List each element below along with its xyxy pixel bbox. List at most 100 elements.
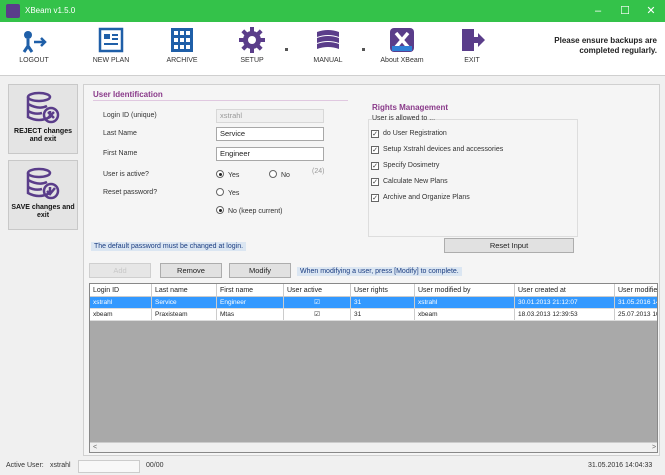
radio-label: Yes [228, 190, 240, 197]
right-setup-devices-checkbox[interactable]: ✓ Setup Xstrahl devices and accessories [371, 146, 503, 154]
save-changes-button[interactable]: SAVE changes and exit [8, 160, 78, 230]
active-user-label: Active User: [6, 462, 44, 469]
app-icon [6, 4, 20, 18]
exit-icon [462, 29, 485, 51]
separator-dot [285, 48, 288, 51]
reset-input-button[interactable]: Reset Input [444, 238, 574, 253]
window-title: XBeam v1.5.0 [25, 6, 76, 15]
scroll-right-icon[interactable]: > [649, 443, 657, 452]
exit-button[interactable]: EXIT [444, 26, 500, 74]
column-header[interactable]: User rights [351, 284, 415, 296]
manual-label: MANUAL [313, 57, 343, 64]
logout-icon [22, 31, 47, 53]
default-password-note: The default password must be changed at … [91, 242, 247, 251]
checkbox-label: Calculate New Plans [383, 178, 448, 185]
new-plan-label: NEW PLAN [92, 57, 130, 64]
table-cell: Service [152, 297, 217, 308]
table-cell: xstrahl [415, 297, 515, 308]
modify-user-button[interactable]: Modify [229, 263, 291, 278]
column-header[interactable]: Last name [152, 284, 217, 296]
user-active-no-radio[interactable]: No [269, 170, 290, 179]
separator-dot [362, 48, 365, 51]
add-user-button[interactable]: Add [89, 263, 151, 278]
maximize-button[interactable]: ☐ [612, 3, 638, 19]
minimize-button[interactable]: – [585, 3, 611, 19]
logout-button[interactable]: LOGOUT [6, 26, 62, 74]
section-divider [93, 100, 348, 101]
radio-dot [269, 170, 277, 178]
database-reject-icon [26, 91, 60, 124]
checkbox-box: ✓ [371, 146, 379, 154]
right-archive-plans-checkbox[interactable]: ✓ Archive and Organize Plans [371, 194, 470, 202]
rights-subtitle: User is allowed to ... [372, 115, 436, 122]
radio-label: Yes [228, 172, 240, 179]
last-name-field[interactable]: Service [216, 127, 324, 141]
right-calculate-plans-checkbox[interactable]: ✓ Calculate New Plans [371, 178, 448, 186]
checkbox-label: Setup Xstrahl devices and accessories [383, 146, 504, 153]
radio-dot [216, 170, 224, 178]
user-active-yes-radio[interactable]: Yes [216, 170, 239, 179]
right-dosimetry-checkbox[interactable]: ✓ Specify Dosimetry [371, 162, 439, 170]
archive-button[interactable]: ARCHIVE [154, 26, 210, 74]
toolbar: LOGOUT NEW PLAN ARCHIVE SETUP MANUAL Abo… [0, 22, 665, 76]
horizontal-scrollbar[interactable]: < > [90, 442, 657, 452]
archive-label: ARCHIVE [166, 57, 198, 64]
logout-label: LOGOUT [19, 57, 49, 64]
column-header[interactable]: Login ID [90, 284, 152, 296]
about-label: About XBeam [380, 57, 424, 64]
save-changes-label: SAVE changes and exit [11, 204, 75, 219]
first-name-field[interactable]: Engineer [216, 147, 324, 161]
checkbox-box: ✓ [371, 162, 379, 170]
radio-label: No [281, 172, 290, 179]
login-id-field: xstrahl [216, 109, 324, 123]
archive-icon [171, 28, 193, 52]
backup-notice: Please ensure backups are completed regu… [554, 36, 657, 55]
user-active-label: User is active? [103, 171, 149, 178]
remove-user-button[interactable]: Remove [160, 263, 222, 278]
table-cell: xstrahl [90, 297, 152, 308]
table-header: Login ID Last name First name User activ… [90, 284, 657, 297]
radio-dot [216, 188, 224, 196]
xbeam-logo-icon [390, 28, 414, 52]
checkbox-label: Specify Dosimetry [383, 162, 440, 169]
table-cell: Engineer [217, 297, 284, 308]
title-bar: XBeam v1.5.0 – ☐ ✕ [0, 0, 665, 22]
table-cell: xbeam [90, 309, 152, 320]
table-cell-checkbox[interactable]: ☑ [284, 309, 351, 320]
reset-password-yes-radio[interactable]: Yes [216, 188, 239, 197]
user-editor-panel: User Identification Login ID (unique) xs… [83, 84, 660, 456]
close-button[interactable]: ✕ [638, 3, 664, 19]
checkbox-box: ✓ [371, 178, 379, 186]
about-button[interactable]: About XBeam [374, 26, 430, 74]
column-header[interactable]: First name [217, 284, 284, 296]
status-code: 00/00 [146, 462, 164, 469]
table-cell: 31 [351, 297, 415, 308]
setup-button[interactable]: SETUP [224, 26, 280, 74]
column-header[interactable]: User modified [615, 284, 657, 296]
exit-label: EXIT [464, 57, 480, 64]
database-save-icon [26, 167, 60, 200]
checkbox-label: Archive and Organize Plans [383, 194, 470, 201]
reset-password-no-radio[interactable]: No (keep current) [216, 206, 282, 215]
manual-button[interactable]: MANUAL [300, 26, 356, 74]
last-name-label: Last Name [103, 130, 137, 137]
table-row[interactable]: xbeam Praxisteam Mtas ☑ 31 xbeam 18.03.2… [90, 309, 657, 321]
table-cell: Mtas [217, 309, 284, 320]
status-field [78, 460, 140, 473]
table-cell: 25.07.2013 10 [615, 309, 657, 320]
table-cell: Praxisteam [152, 309, 217, 320]
table-cell: 31 [351, 309, 415, 320]
column-header[interactable]: User active [284, 284, 351, 296]
checkbox-box: ✓ [371, 130, 379, 138]
manual-icon [317, 30, 339, 49]
scroll-left-icon[interactable]: < [90, 443, 100, 452]
table-cell-checkbox[interactable]: ☑ [284, 297, 351, 308]
new-plan-button[interactable]: NEW PLAN [83, 26, 139, 74]
table-row[interactable]: xstrahl Service Engineer ☑ 31 xstrahl 30… [90, 297, 657, 309]
column-header[interactable]: User created at [515, 284, 615, 296]
reject-changes-button[interactable]: REJECT changes and exit [8, 84, 78, 154]
gear-icon [239, 27, 265, 53]
column-header[interactable]: User modified by [415, 284, 515, 296]
radio-dot [216, 206, 224, 214]
right-user-registration-checkbox[interactable]: ✓ do User Registration [371, 130, 447, 138]
